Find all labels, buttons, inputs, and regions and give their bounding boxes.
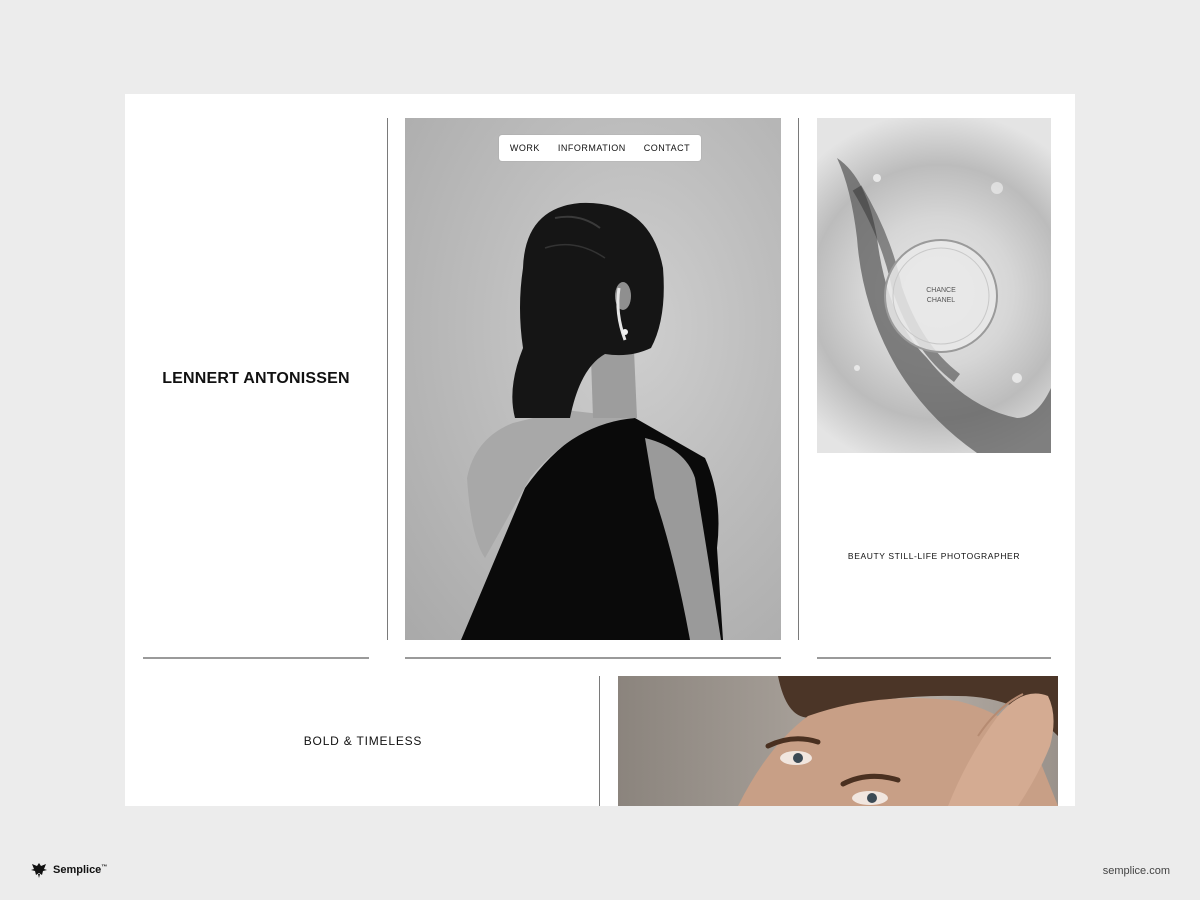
brand-name: Semplice™ xyxy=(53,864,108,876)
woman-back-portrait-icon xyxy=(461,202,723,640)
column-divider-right xyxy=(798,118,799,640)
hero-photo[interactable]: WORK INFORMATION CONTACT xyxy=(405,118,781,640)
perfume-photo[interactable]: CHANCE CHANEL xyxy=(817,118,1051,453)
column-divider-left xyxy=(387,118,388,640)
semplice-brand[interactable]: Semplice™ xyxy=(30,861,107,879)
nav-item-work[interactable]: WORK xyxy=(510,143,540,153)
showcase-canvas: LENNERT ANTONISSEN WORK INFORMATION CONT… xyxy=(0,0,1200,900)
site-tagline: BEAUTY STILL-LIFE PHOTOGRAPHER xyxy=(847,551,1021,561)
top-navigation: WORK INFORMATION CONTACT xyxy=(499,135,701,161)
section-heading: BOLD & TIMELESS xyxy=(303,734,423,748)
perfume-bottle-in-ice-icon: CHANCE CHANEL xyxy=(837,158,1051,453)
row-divider-3 xyxy=(817,657,1051,659)
row-divider-bottom xyxy=(599,676,600,806)
portrait-photo[interactable] xyxy=(618,676,1058,806)
perfume-label-line1: CHANCE xyxy=(926,287,956,294)
woman-face-close-up-icon xyxy=(738,676,1058,806)
row-divider-1 xyxy=(143,657,369,659)
nav-item-information[interactable]: INFORMATION xyxy=(558,143,626,153)
brand-url[interactable]: semplice.com xyxy=(1103,865,1170,877)
website-preview: LENNERT ANTONISSEN WORK INFORMATION CONT… xyxy=(125,94,1075,806)
perfume-label-line2: CHANEL xyxy=(927,297,956,304)
row-divider-2 xyxy=(405,657,781,659)
nav-item-contact[interactable]: CONTACT xyxy=(644,143,690,153)
site-title[interactable]: LENNERT ANTONISSEN xyxy=(143,370,369,388)
eagle-logo-icon xyxy=(31,863,47,878)
